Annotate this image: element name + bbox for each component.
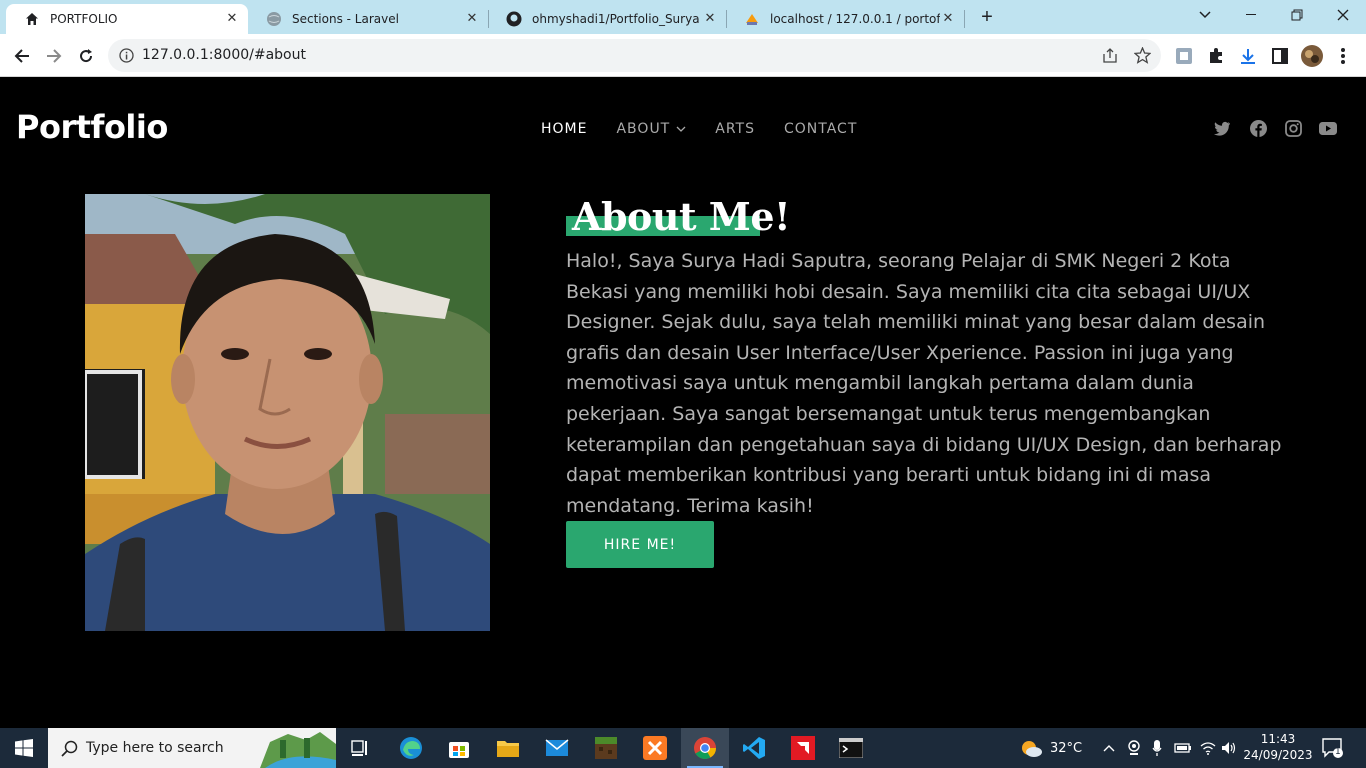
profile-photo [85,194,490,631]
microsoft-store-icon[interactable] [435,728,483,768]
tab-title: Sections - Laravel [292,12,399,26]
extension-app-icon[interactable] [1174,46,1194,66]
profile-avatar[interactable] [1301,45,1323,67]
xampp-icon[interactable] [631,728,679,768]
bookmark-star-icon[interactable] [1133,46,1152,69]
home-icon [24,11,40,27]
globe-icon [266,11,282,27]
clock-date: 24/09/2023 [1243,748,1313,762]
microphone-icon[interactable] [1152,728,1162,768]
system-clock[interactable]: 11:43 24/09/2023 [1242,731,1314,763]
youtube-icon[interactable] [1319,119,1337,137]
clock-time: 11:43 [1260,732,1296,746]
notification-count: 1 [1335,747,1341,757]
nav-about-label: ABOUT [616,121,671,137]
restore-icon[interactable] [1274,0,1320,30]
close-tab-icon[interactable]: ✕ [940,11,956,27]
weather-partly-cloudy-icon [1022,741,1042,757]
nav-contact[interactable]: CONTACT [784,121,857,137]
main-nav: HOME ABOUT ARTS CONTACT [541,121,886,137]
download-icon[interactable] [1238,46,1258,66]
weather-widget[interactable]: 32°C [1019,728,1082,768]
about-heading: About Me! [566,194,791,239]
browser-tab-strip: PORTFOLIO ✕ Sections - Laravel ✕ ohmysha… [0,0,1366,34]
portfolio-page: Portfolio HOME ABOUT ARTS CONTACT About … [0,77,1366,728]
new-tab-button[interactable]: + [976,6,998,28]
vscode-icon[interactable] [730,728,778,768]
close-window-icon[interactable] [1320,0,1366,30]
info-icon[interactable] [119,48,134,68]
about-title: About Me! [572,194,791,239]
mail-icon[interactable] [533,728,581,768]
battery-icon[interactable] [1174,728,1192,768]
wifi-icon[interactable] [1200,728,1216,768]
edge-icon[interactable] [387,728,435,768]
chrome-menu-icon[interactable] [1333,46,1353,66]
tab-title: PORTFOLIO [50,12,118,26]
file-explorer-icon[interactable] [484,728,532,768]
address-bar[interactable]: 127.0.0.1:8000/#about [108,39,1161,72]
search-placeholder: Type here to search [86,740,224,756]
webcam-icon[interactable] [1127,728,1141,768]
instagram-icon[interactable] [1284,119,1302,137]
nav-home[interactable]: HOME [541,121,587,137]
tab-portfolio[interactable]: PORTFOLIO ✕ [6,4,248,34]
windows-taskbar: Type here to search 32°C 11:43 24/09/202… [0,728,1366,768]
weather-temp: 32°C [1050,740,1083,756]
close-tab-icon[interactable]: ✕ [464,11,480,27]
task-view-icon[interactable] [336,728,384,768]
tab-title: localhost / 127.0.0.1 / portofolio3 [770,12,940,26]
tab-github[interactable]: ohmyshadi1/Portfolio_Surya ✕ [488,4,726,34]
tab-search-icon[interactable] [1182,0,1228,30]
taskbar-search[interactable]: Type here to search [48,728,336,768]
search-highlight-illustration-icon [260,732,336,768]
reload-icon[interactable] [73,43,99,69]
windows-start-icon[interactable] [0,728,48,768]
show-hidden-icons-icon[interactable] [1103,728,1115,768]
chrome-icon[interactable] [681,728,729,768]
minecraft-icon[interactable] [582,728,630,768]
nav-arts[interactable]: ARTS [715,121,755,137]
site-logo[interactable]: Portfolio [16,108,168,146]
back-arrow-icon[interactable] [9,43,35,69]
twitter-icon[interactable] [1213,119,1231,137]
forward-arrow-icon[interactable] [41,43,67,69]
volume-icon[interactable] [1221,728,1237,768]
close-tab-icon[interactable]: ✕ [224,11,240,27]
github-icon [506,11,522,27]
share-icon[interactable] [1102,48,1118,69]
facebook-icon[interactable] [1249,119,1267,137]
tab-sections-laravel[interactable]: Sections - Laravel ✕ [248,4,488,34]
tab-phpmyadmin[interactable]: localhost / 127.0.0.1 / portofolio3 ✕ [726,4,964,34]
url-text: 127.0.0.1:8000/#about [142,47,306,63]
minimize-icon[interactable] [1228,0,1274,30]
extensions-puzzle-icon[interactable] [1206,46,1226,66]
browser-toolbar: 127.0.0.1:8000/#about [0,34,1366,77]
amd-software-icon[interactable] [779,728,827,768]
close-tab-icon[interactable]: ✕ [702,11,718,27]
terminal-icon[interactable] [827,728,875,768]
nav-about[interactable]: ABOUT [616,121,686,137]
hire-me-button[interactable]: HIRE ME! [566,521,714,568]
about-description: Halo!, Saya Surya Hadi Saputra, seorang … [566,250,1282,517]
chevron-down-icon [676,126,686,132]
notification-center-icon[interactable]: 1 [1322,728,1344,768]
side-panel-icon[interactable] [1270,46,1290,66]
tab-title: ohmyshadi1/Portfolio_Surya [532,12,700,26]
tab-divider [964,10,965,28]
phpmyadmin-icon [744,11,760,27]
search-icon [61,740,78,757]
